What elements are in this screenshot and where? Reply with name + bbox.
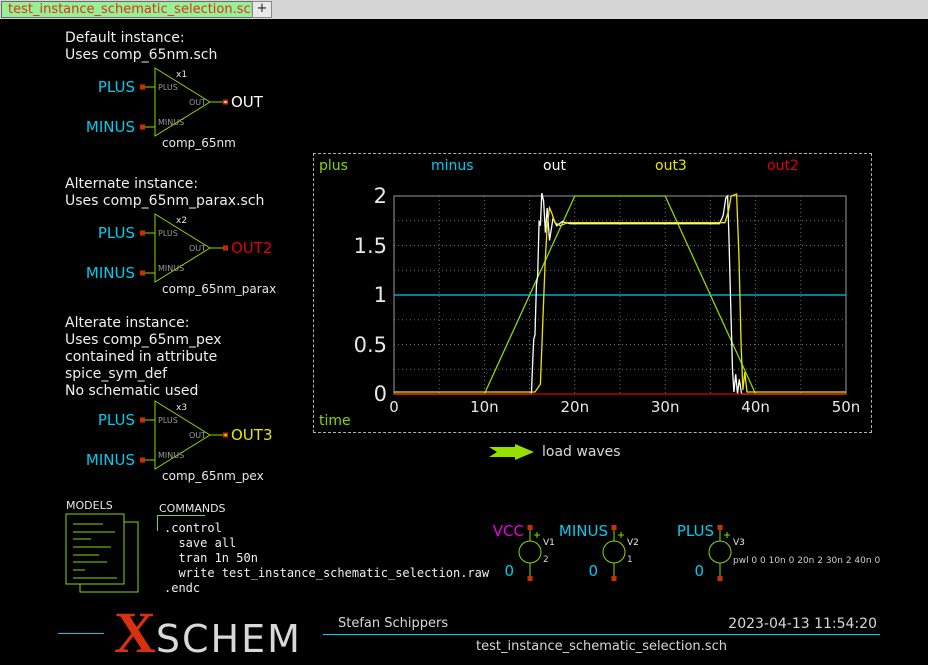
net-label-minus[interactable]: MINUS (73, 453, 135, 468)
title-block-line (323, 634, 880, 635)
launcher-label: load waves (542, 444, 621, 460)
title-block-filename: test_instance_schematic_selection.sch (323, 639, 880, 655)
commands-bracket (157, 515, 159, 531)
net-label-gnd[interactable]: 0 (498, 564, 514, 579)
commands-underline (157, 515, 205, 516)
instance1-heading: Default instance: Uses comp_65nm.sch (65, 30, 217, 64)
net-label-gnd[interactable]: 0 (582, 564, 598, 579)
legend-out2: out2 (767, 158, 799, 174)
net-label-plus[interactable]: PLUS (656, 524, 714, 539)
pin-label-plus: PLUS (158, 84, 178, 92)
title-block-line-left (58, 633, 104, 634)
logo-x-glyph: X (114, 600, 156, 665)
pin-label-minus: MINUS (158, 265, 184, 273)
pin-label-out: OUT (184, 245, 206, 253)
pin-label-minus: MINUS (158, 119, 184, 127)
net-label-gnd[interactable]: 0 (688, 564, 704, 579)
y-tick-label: 2 (314, 185, 387, 207)
symbol-name: comp_65nm (162, 136, 236, 150)
timestamp: 2023-04-13 11:54:20 (677, 616, 877, 632)
xschem-canvas: test_instance_schematic_selection.sch + … (0, 0, 928, 665)
y-tick-label: 1.5 (314, 235, 387, 257)
net-label-minus[interactable]: MINUS (550, 524, 608, 539)
document-stack-icon (60, 510, 150, 598)
source-ref: V1 (543, 538, 555, 548)
pin-label-plus: PLUS (158, 417, 178, 425)
legend-minus: minus (431, 158, 474, 174)
symbol-name: comp_65nm_parax (162, 282, 276, 296)
pin-label-plus: PLUS (158, 230, 178, 238)
net-label-plus[interactable]: PLUS (73, 226, 135, 241)
legend-out3: out3 (655, 158, 687, 174)
net-label-minus[interactable]: MINUS (73, 120, 135, 135)
tab-current-schematic[interactable]: test_instance_schematic_selection.sch (1, 1, 266, 18)
x-tick-label: 20n (551, 399, 599, 415)
models-icon[interactable] (60, 510, 150, 598)
logo-text: SCHEM (156, 617, 302, 661)
xschem-logo: XSCHEM (114, 608, 302, 659)
source-value: 1 (627, 555, 633, 565)
commands-label: COMMANDS (159, 502, 226, 515)
instance2-heading: Alternate instance: Uses comp_65nm_parax… (65, 176, 264, 210)
source-value: pwl 0 0 10n 0 20n 2 30n 2 40n 0 (733, 556, 880, 566)
x-tick-label: 10n (460, 399, 508, 415)
instance-ref: x3 (176, 403, 187, 413)
source-ref: V3 (733, 538, 745, 548)
spice-commands-text[interactable]: .control save all tran 1n 50n write test… (164, 521, 489, 596)
load-waves-launcher[interactable]: load waves (488, 443, 638, 463)
legend-out: out (543, 158, 566, 174)
tab-bar: test_instance_schematic_selection.sch + (0, 0, 928, 19)
x-axis-label: time (319, 413, 351, 429)
new-tab-button[interactable]: + (252, 1, 272, 18)
pin-label-out: OUT (184, 99, 206, 107)
net-label-out3[interactable]: OUT3 (231, 428, 273, 443)
launcher-arrow-icon (488, 443, 536, 461)
instance-ref: x1 (176, 70, 187, 80)
x-tick-label: 50n (822, 399, 870, 415)
net-label-minus[interactable]: MINUS (73, 266, 135, 281)
pin-label-minus: MINUS (158, 452, 184, 460)
net-label-plus[interactable]: PLUS (73, 413, 135, 428)
pin-label-out: OUT (184, 432, 206, 440)
author-name: Stefan Schippers (338, 616, 448, 632)
net-label-vcc[interactable]: VCC (466, 524, 524, 539)
source-ref: V2 (627, 538, 639, 548)
y-tick-label: 0.5 (314, 334, 387, 356)
x-tick-label: 0 (370, 399, 418, 415)
y-tick-label: 1 (314, 284, 387, 306)
waveform-graph[interactable]: time plusminusoutout3out200.511.52010n20… (313, 153, 872, 433)
instance3-heading: Alterate instance: Uses comp_65nm_pex co… (65, 315, 222, 400)
net-label-out[interactable]: OUT (231, 95, 263, 110)
x-tick-label: 40n (732, 399, 780, 415)
net-label-out2[interactable]: OUT2 (231, 241, 273, 256)
source-value: 2 (543, 555, 549, 565)
waveform-plot-icon (314, 154, 871, 432)
symbol-name: comp_65nm_pex (162, 469, 264, 483)
x-tick-label: 30n (641, 399, 689, 415)
instance-ref: x2 (176, 216, 187, 226)
legend-plus: plus (319, 158, 348, 174)
net-label-plus[interactable]: PLUS (73, 80, 135, 95)
